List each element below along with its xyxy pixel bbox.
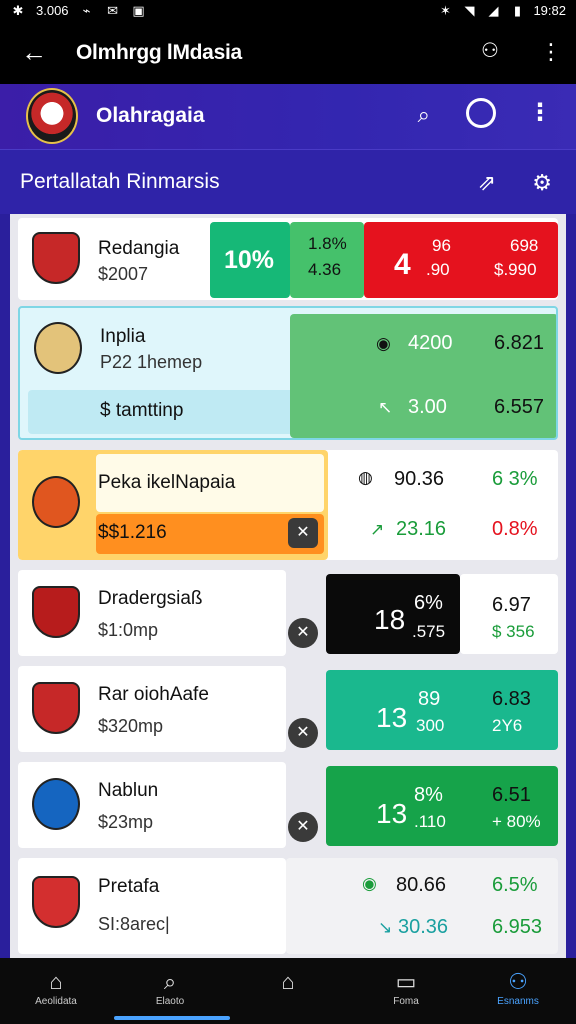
green-stat-block: 13 8% .110 6.51 + 80% bbox=[326, 766, 558, 846]
team-crest-icon bbox=[32, 586, 80, 638]
people-icon: ⚇ bbox=[508, 969, 528, 994]
nav-center-home[interactable]: ⌂ bbox=[248, 968, 328, 996]
search-icon: ⌕ bbox=[163, 969, 177, 994]
item-sub: SI:8arec| bbox=[98, 914, 170, 934]
remove-icon[interactable]: ✕ bbox=[288, 718, 318, 748]
item-name: Redangia bbox=[98, 238, 180, 259]
status-left-text: 3.006 bbox=[36, 3, 69, 18]
section-title: Pertallatah Rinmarsis bbox=[20, 170, 220, 193]
clear-icon[interactable]: ✕ bbox=[288, 518, 318, 548]
green-stat-block: ◉ 4200 6.821 ↖ 3.00 6.557 bbox=[290, 314, 556, 438]
teal-stat-block: 13 89 300 6.83 2Y6 bbox=[326, 670, 558, 750]
club-header: Olahragaia ⌕ ⋮ bbox=[0, 84, 576, 150]
black-stat-block: 18 6% .575 bbox=[326, 574, 460, 654]
team-mini-icon: ◉ bbox=[376, 334, 391, 353]
house-outline-icon: ⌂ bbox=[281, 969, 295, 994]
item-name: Pretafa bbox=[98, 876, 160, 897]
item-name: Dradergsiaß bbox=[98, 588, 203, 609]
club-more-icon[interactable]: ⋮ bbox=[528, 98, 552, 127]
signal-icon: ◢ bbox=[488, 2, 499, 18]
item-name: Inplia bbox=[100, 326, 146, 347]
search-icon[interactable]: ⌕ bbox=[418, 102, 430, 128]
battery-icon: ▮ bbox=[513, 2, 522, 18]
club-name: Olahragaia bbox=[96, 104, 205, 127]
list-item[interactable]: Dradergsiaß $1:0mp ✕ 18 6% .575 6.97 $ 3… bbox=[18, 570, 558, 656]
team-crest-icon bbox=[32, 682, 80, 734]
trend-down-icon: ↘ bbox=[378, 918, 393, 937]
settings-icon[interactable]: ⚙ bbox=[532, 170, 552, 196]
change-cell: 1.8% 4.36 bbox=[290, 222, 364, 298]
team-mini-icon: ◍ bbox=[358, 468, 373, 487]
player-photo-icon bbox=[34, 322, 82, 374]
active-tab-indicator bbox=[114, 1016, 230, 1020]
list-item[interactable]: Rar oiohAafe $320mp ✕ 13 89 300 6.83 2Y6 bbox=[18, 666, 558, 752]
value-input[interactable]: $ tamttinp bbox=[28, 390, 324, 434]
app-bar: ← Olmhrgg lMdasia ⚇ ⋮ bbox=[0, 22, 576, 84]
item-name: Nablun bbox=[98, 780, 159, 801]
item-sub: $320mp bbox=[98, 716, 164, 736]
red-stat-block: 4 96 .90 698 $.990 bbox=[364, 222, 558, 298]
status-time: 19:82 bbox=[533, 3, 566, 18]
list-item[interactable]: Nablun $23mp ✕ 13 8% .110 6.51 + 80% bbox=[18, 762, 558, 848]
item-name: Rar oiohAafe bbox=[98, 684, 209, 705]
team-crest-icon bbox=[32, 232, 80, 284]
pct-badge: 10% bbox=[210, 222, 290, 298]
remove-icon[interactable]: ✕ bbox=[288, 618, 318, 648]
list-item[interactable]: Pretafa SI:8arec| ✕ ◉ 80.66 6.5% ↘ 30.36… bbox=[18, 858, 558, 954]
section-header: Pertallatah Rinmarsis ⇗ ⚙ bbox=[0, 150, 576, 214]
wifi-icon: ◥ bbox=[464, 2, 475, 18]
stats-circle-icon[interactable] bbox=[466, 98, 496, 128]
nav-forms[interactable]: ▭ Foma bbox=[366, 968, 446, 1007]
status-bar: ✱ 3.006 ⌁ ✉ ▣ ✶ ◥ ◢ ▮ 19:82 bbox=[0, 0, 576, 22]
item-sub: P22 1hemep bbox=[100, 352, 203, 372]
club-crest-icon bbox=[26, 88, 78, 144]
nav-home[interactable]: ⌂ Aeolidata bbox=[16, 968, 96, 1007]
remove-icon[interactable]: ✕ bbox=[288, 812, 318, 842]
share-icon[interactable]: ⇗ bbox=[478, 170, 496, 196]
notification-icon: ⌁ bbox=[82, 2, 91, 18]
mail-icon: ✉ bbox=[107, 2, 118, 18]
nav-profile[interactable]: ⚇ Esnanms bbox=[478, 968, 558, 1007]
page-title: Olmhrgg lMdasia bbox=[76, 41, 242, 64]
item-sub: $2007 bbox=[98, 264, 149, 284]
trend-up-icon: ↗ bbox=[370, 520, 385, 539]
back-arrow-icon[interactable]: ← bbox=[18, 36, 50, 68]
inbox-icon: ▭ bbox=[395, 969, 417, 994]
team-mini-icon: ◉ bbox=[362, 874, 377, 893]
more-options-icon[interactable]: ⋮ bbox=[540, 38, 562, 66]
list-item[interactable]: Redangia $2007 10% 1.8% 4.36 4 96 .90 69… bbox=[18, 218, 558, 300]
home-icon: ⌂ bbox=[49, 969, 63, 994]
app-icon: ✱ bbox=[12, 2, 24, 18]
team-crest-icon bbox=[32, 476, 80, 528]
bottom-nav: ⌂ Aeolidata ⌕ Elaoto ⌂ ▭ Foma ⚇ Esnanms bbox=[0, 958, 576, 1024]
bluetooth-icon: ✶ bbox=[440, 2, 451, 18]
name-label-box: Peka ikelNapaia bbox=[96, 454, 324, 512]
list-item[interactable]: Peka ikelNapaia $$1.216 ✕ ◍ 90.36 6 3% ↗… bbox=[18, 450, 558, 560]
gallery-icon: ▣ bbox=[132, 2, 145, 18]
player-list: Redangia $2007 10% 1.8% 4.36 4 96 .90 69… bbox=[10, 214, 566, 958]
team-crest-icon bbox=[32, 876, 80, 928]
list-item-selected[interactable]: Inplia P22 1hemep $ tamttinp ✕ ◉ 4200 6.… bbox=[18, 306, 558, 440]
profile-icon[interactable]: ⚇ bbox=[476, 38, 504, 66]
team-crest-icon bbox=[32, 778, 80, 830]
item-sub: $23mp bbox=[98, 812, 154, 832]
arrow-icon: ↖ bbox=[378, 398, 393, 417]
item-sub: $1:0mp bbox=[98, 620, 159, 640]
nav-search[interactable]: ⌕ Elaoto bbox=[130, 968, 210, 1007]
